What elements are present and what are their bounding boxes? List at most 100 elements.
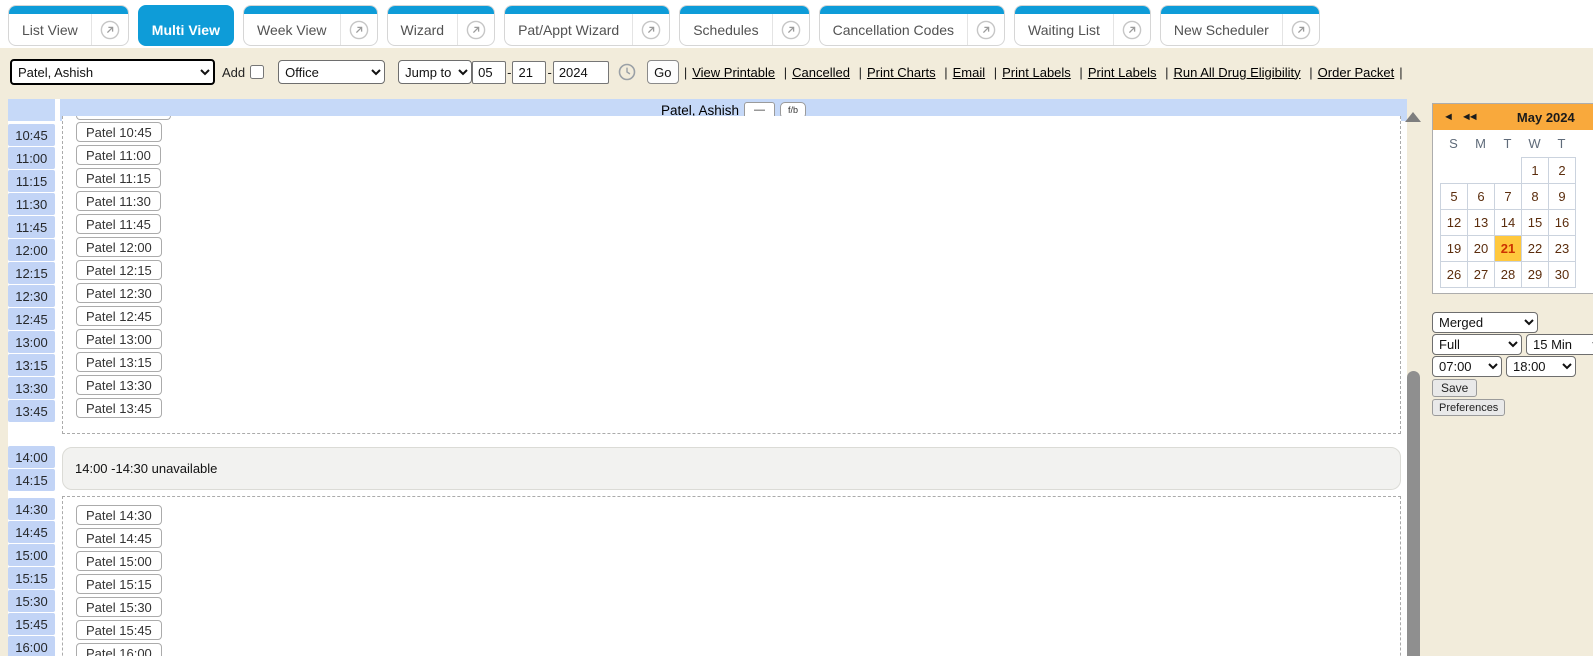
- calendar-day[interactable]: 16: [1548, 209, 1576, 236]
- toolbar-link[interactable]: Email: [953, 65, 986, 80]
- scroll-up-arrow-icon[interactable]: [1405, 112, 1421, 122]
- popout-icon[interactable]: [773, 20, 809, 40]
- popout-icon[interactable]: [633, 20, 669, 40]
- calendar-day[interactable]: 8: [1521, 183, 1549, 210]
- calendar-day[interactable]: 22: [1521, 235, 1549, 262]
- jump-to-select[interactable]: Jump to: [398, 60, 472, 84]
- appointment-button[interactable]: Patel 13:30: [76, 375, 162, 395]
- tab-label: Cancellation Codes: [820, 22, 967, 38]
- calendar-day[interactable]: 19: [1440, 235, 1468, 262]
- toolbar-link[interactable]: Run All Drug Eligibility: [1173, 65, 1300, 80]
- end-time-select[interactable]: 18:00: [1506, 356, 1576, 377]
- calendar-day[interactable]: 20: [1467, 235, 1495, 262]
- appointment-button[interactable]: Patel 13:00: [76, 329, 162, 349]
- date-year-input[interactable]: [553, 61, 609, 84]
- popout-icon[interactable]: [1283, 20, 1319, 40]
- calendar-day[interactable]: 28: [1494, 261, 1522, 288]
- appointment-button[interactable]: Patel 12:00: [76, 237, 162, 257]
- appointment-button[interactable]: Patel 13:15: [76, 352, 162, 372]
- tab[interactable]: List View: [8, 5, 129, 46]
- calendar-day[interactable]: 29: [1521, 261, 1549, 288]
- popout-icon[interactable]: [968, 20, 1004, 40]
- link-separator: |: [684, 65, 687, 80]
- tab[interactable]: Schedules: [679, 5, 809, 46]
- tab[interactable]: Waiting List: [1014, 5, 1151, 46]
- appointment-button[interactable]: Patel 12:30: [76, 283, 162, 303]
- toolbar-link[interactable]: View Printable: [692, 65, 775, 80]
- toolbar-link[interactable]: Print Labels: [1088, 65, 1157, 80]
- popout-icon[interactable]: [341, 20, 377, 40]
- appointment-button-clipped[interactable]: [76, 116, 171, 120]
- toolbar-link[interactable]: Print Labels: [1002, 65, 1071, 80]
- calendar-day[interactable]: 30: [1548, 261, 1576, 288]
- calendar-day[interactable]: 6: [1467, 183, 1495, 210]
- appointment-button[interactable]: Patel 14:30: [76, 505, 162, 525]
- tab[interactable]: Multi View: [138, 5, 234, 46]
- calendar-day[interactable]: [1467, 157, 1495, 184]
- interval-select[interactable]: 15 Min: [1526, 334, 1593, 355]
- toolbar-link[interactable]: Print Charts: [867, 65, 936, 80]
- tab[interactable]: Week View: [243, 5, 378, 46]
- appointment-button[interactable]: Patel 11:45: [76, 214, 161, 234]
- tab[interactable]: New Scheduler: [1160, 5, 1320, 46]
- calendar-day[interactable]: [1440, 157, 1468, 184]
- provider-select[interactable]: Patel, Ashish: [10, 59, 215, 85]
- link-separator: |: [1165, 65, 1168, 80]
- appointment-button[interactable]: Patel 12:15: [76, 260, 162, 280]
- scrollbar-thumb[interactable]: [1407, 371, 1420, 656]
- calendar-day[interactable]: 13: [1467, 209, 1495, 236]
- prev-year-icon[interactable]: ◄◄: [1461, 112, 1475, 123]
- date-month-input[interactable]: [472, 61, 506, 84]
- popout-icon[interactable]: [1114, 20, 1150, 40]
- tab[interactable]: Pat/Appt Wizard: [504, 5, 670, 46]
- toolbar-link[interactable]: Order Packet: [1318, 65, 1395, 80]
- calendar-day[interactable]: 14: [1494, 209, 1522, 236]
- preferences-button[interactable]: Preferences: [1432, 399, 1505, 416]
- calendar-day[interactable]: 1: [1521, 157, 1549, 184]
- toolbar-link-item: |Print Labels: [989, 65, 1071, 80]
- start-time-select[interactable]: 07:00: [1432, 356, 1502, 377]
- appointment-button[interactable]: Patel 11:15: [76, 168, 161, 188]
- calendar-day[interactable]: 23: [1548, 235, 1576, 262]
- view-mode-select[interactable]: Merged: [1432, 312, 1538, 333]
- calendar-day[interactable]: 21: [1494, 235, 1522, 262]
- calendar-day[interactable]: 27: [1467, 261, 1495, 288]
- tab[interactable]: Wizard: [387, 5, 496, 46]
- popout-icon[interactable]: [92, 20, 128, 40]
- clock-icon[interactable]: [618, 63, 636, 81]
- appointment-button[interactable]: Patel 11:30: [76, 191, 161, 211]
- appointment-button[interactable]: Patel 16:00: [76, 643, 162, 656]
- appointment-button[interactable]: Patel 11:00: [76, 145, 161, 165]
- appointment-button[interactable]: Patel 13:45: [76, 398, 162, 418]
- date-day-input[interactable]: [512, 61, 546, 84]
- add-checkbox[interactable]: [250, 65, 264, 79]
- tab[interactable]: Cancellation Codes: [819, 5, 1005, 46]
- calendar-day[interactable]: 2: [1548, 157, 1576, 184]
- size-mode-select[interactable]: Full: [1432, 334, 1522, 355]
- time-cell: 15:30: [8, 590, 55, 612]
- link-separator: |: [1399, 65, 1402, 80]
- calendar-day[interactable]: 5: [1440, 183, 1468, 210]
- appointment-button[interactable]: Patel 15:30: [76, 597, 162, 617]
- location-select[interactable]: Office: [278, 60, 385, 84]
- appointment-button[interactable]: Patel 15:45: [76, 620, 162, 640]
- appointment-button[interactable]: Patel 14:45: [76, 528, 162, 548]
- calendar-day[interactable]: 12: [1440, 209, 1468, 236]
- appointment-button[interactable]: Patel 15:00: [76, 551, 162, 571]
- go-button[interactable]: Go: [647, 60, 679, 84]
- calendar-day[interactable]: 15: [1521, 209, 1549, 236]
- prev-month-icon[interactable]: ◄: [1443, 112, 1454, 123]
- calendar-day[interactable]: [1494, 157, 1522, 184]
- date-separator: -: [507, 65, 511, 80]
- popout-icon[interactable]: [458, 20, 494, 40]
- calendar-day[interactable]: 9: [1548, 183, 1576, 210]
- toolbar-link[interactable]: Cancelled: [792, 65, 850, 80]
- appointment-button[interactable]: Patel 15:15: [76, 574, 162, 594]
- calendar-day-headers: S M T W T: [1433, 130, 1593, 157]
- tab-label: Waiting List: [1015, 22, 1113, 38]
- calendar-day[interactable]: 7: [1494, 183, 1522, 210]
- appointment-button[interactable]: Patel 10:45: [76, 122, 162, 142]
- appointment-button[interactable]: Patel 12:45: [76, 306, 162, 326]
- save-button[interactable]: Save: [1432, 379, 1477, 397]
- calendar-day[interactable]: 26: [1440, 261, 1468, 288]
